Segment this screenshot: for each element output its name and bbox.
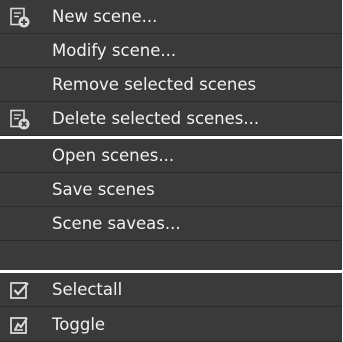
- menu-item-new-scene[interactable]: New scene...: [0, 0, 342, 34]
- new-scene-icon: [9, 7, 31, 29]
- menu-item-toggle[interactable]: Toggle: [0, 308, 342, 342]
- menu-item-label: Open scenes...: [52, 146, 175, 165]
- menu-item-delete-selected-scenes[interactable]: Delete selected scenes...: [0, 102, 342, 136]
- toggle-icon: [9, 315, 31, 337]
- menu-item-scene-saveas[interactable]: Scene saveas...: [0, 207, 342, 241]
- menu-item-label: Scene saveas...: [52, 214, 181, 233]
- menu-item-label: New scene...: [52, 7, 158, 26]
- menu-item-label: Selectall: [52, 280, 123, 299]
- context-menu: New scene... Modify scene... Remove sele…: [0, 0, 343, 342]
- menu-item-save-scenes[interactable]: Save scenes: [0, 173, 342, 207]
- menu-item-modify-scene[interactable]: Modify scene...: [0, 34, 342, 68]
- checkbox-checked-icon: [9, 280, 31, 302]
- menu-item-open-scenes[interactable]: Open scenes...: [0, 139, 342, 173]
- menu-item-label: Toggle: [52, 315, 106, 334]
- menu-item-label: Save scenes: [52, 180, 155, 199]
- menu-item-selectall[interactable]: Selectall: [0, 273, 342, 307]
- menu-item-label: Remove selected scenes: [52, 75, 257, 94]
- menu-item-label: Delete selected scenes...: [52, 109, 260, 128]
- menu-item-remove-selected-scenes[interactable]: Remove selected scenes: [0, 68, 342, 102]
- delete-scene-icon: [9, 109, 31, 131]
- menu-item-label: Modify scene...: [52, 41, 177, 60]
